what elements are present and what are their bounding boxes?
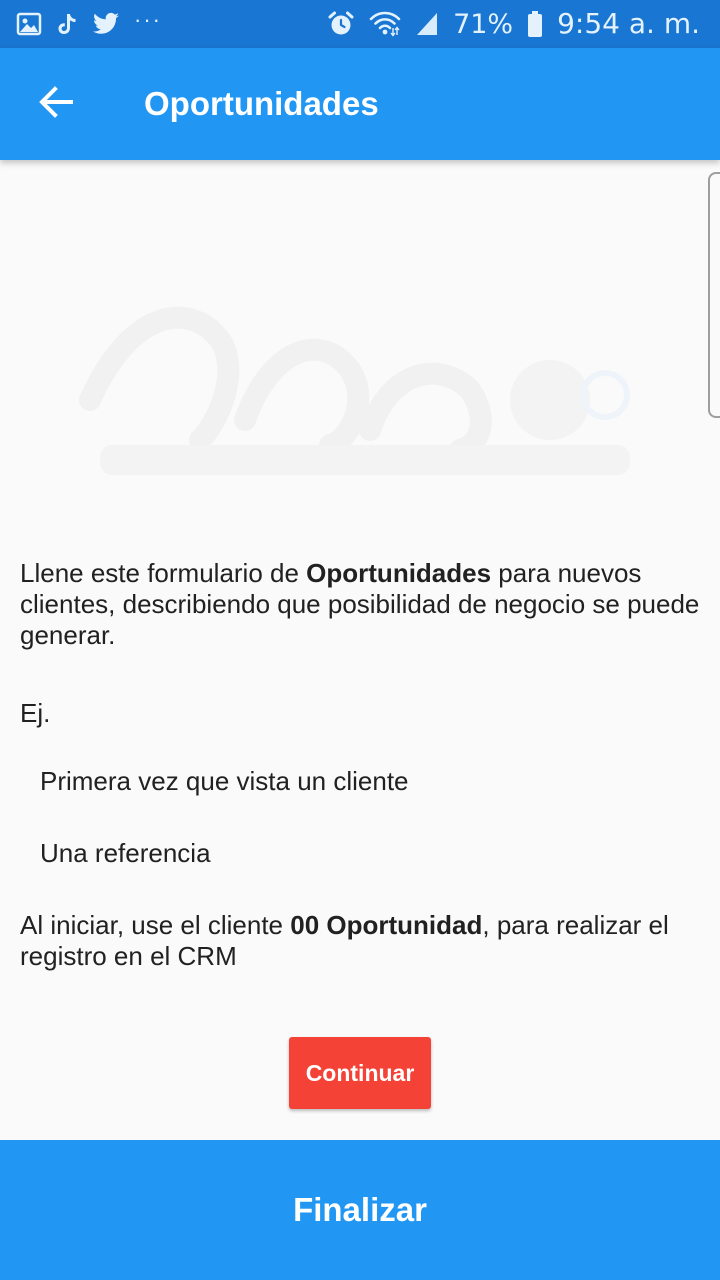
wifi-icon	[369, 11, 401, 37]
arrow-back-icon	[38, 84, 74, 125]
start-text-bold: 00 Oportunidad	[290, 910, 483, 940]
example-item-first-visit: Primera vez que vista un cliente	[40, 766, 409, 796]
intro-text-bold: Oportunidades	[306, 558, 492, 588]
gallery-icon	[16, 11, 42, 37]
notification-area: ···	[16, 0, 162, 48]
intro-paragraph: Llene este formulario de Oportunidades p…	[20, 558, 710, 651]
finish-button[interactable]: Finalizar	[0, 1140, 720, 1280]
signal-icon	[415, 11, 439, 37]
tiktok-icon	[56, 12, 78, 36]
start-text-start: Al iniciar, use el cliente	[20, 910, 291, 940]
example-label: Ej.	[20, 698, 51, 728]
intro-text-start: Llene este formulario de	[20, 558, 307, 588]
page-title: Oportunidades	[144, 85, 379, 122]
twitter-icon	[92, 12, 120, 36]
battery-percent: 71%	[453, 8, 514, 40]
system-status-area: 71% 9:54 a. m.	[327, 0, 700, 48]
app-bar: Oportunidades	[0, 48, 720, 160]
main-content[interactable]: Llene este formulario de Oportunidades p…	[0, 160, 720, 1140]
battery-icon	[527, 10, 543, 38]
alarm-icon	[327, 10, 355, 38]
start-instructions: Al iniciar, use el cliente 00 Oportunida…	[20, 910, 710, 972]
faint-company-logo	[70, 270, 660, 530]
back-button[interactable]	[0, 48, 112, 160]
continue-button[interactable]: Continuar	[289, 1037, 431, 1109]
more-notifications-dots: ···	[134, 7, 162, 32]
clock: 9:54 a. m.	[557, 7, 700, 40]
status-bar: ··· 71% 9:54 a. m.	[0, 0, 720, 48]
scrollbar-thumb[interactable]	[708, 172, 720, 418]
example-item-referral: Una referencia	[40, 838, 211, 868]
